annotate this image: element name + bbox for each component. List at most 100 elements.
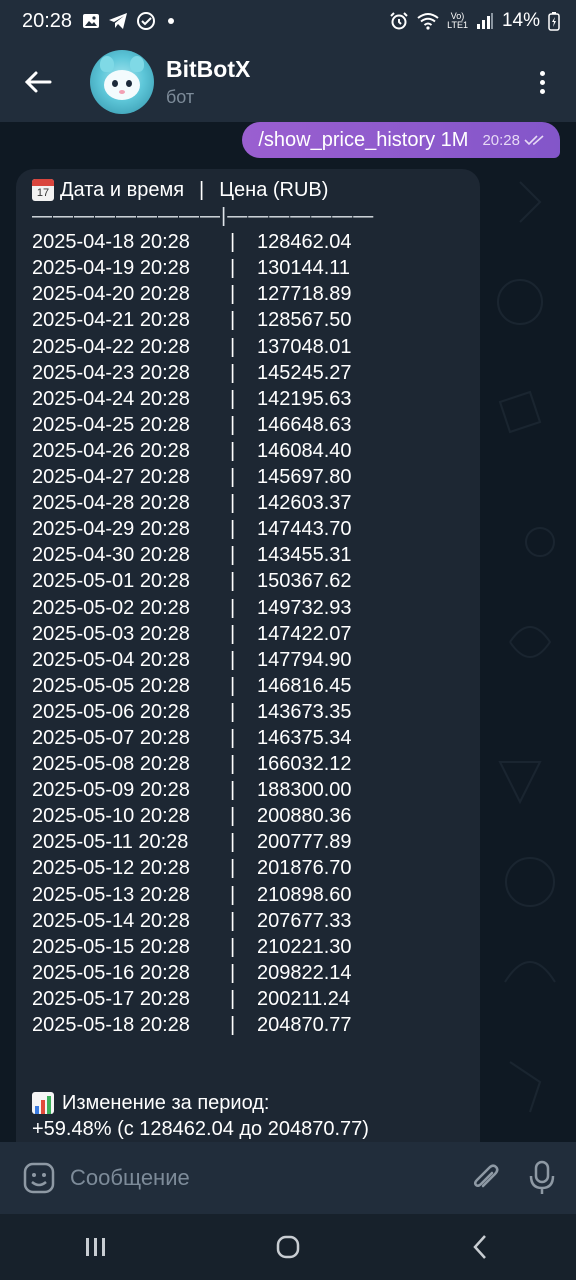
price-row: 2025-05-04 20:28 | 147794.90 [32, 647, 472, 673]
price-row: 2025-04-25 20:28 | 146648.63 [32, 412, 472, 438]
more-menu-button[interactable] [532, 62, 552, 102]
row-date: 2025-05-03 20:28 [32, 622, 190, 645]
row-date: 2025-05-18 20:28 [32, 1014, 190, 1036]
row-divider: | [230, 779, 236, 802]
check-circle-icon [137, 12, 156, 30]
header-date: Дата и время [60, 179, 185, 201]
row-divider: | [230, 518, 236, 541]
notification-icons [82, 11, 175, 31]
row-price: 149732.93 [257, 596, 352, 619]
row-date: 2025-04-18 20:28 [32, 231, 190, 254]
row-price: 127718.89 [257, 283, 352, 306]
row-divider: | [230, 987, 236, 1010]
price-row: 2025-04-20 20:28 | 127718.89 [32, 281, 472, 307]
volte-indicator: Vo) LTE1 [447, 12, 468, 30]
row-divider: | [230, 335, 236, 358]
row-date: 2025-05-13 20:28 [32, 883, 190, 906]
bot-avatar[interactable] [90, 50, 154, 114]
price-row: 2025-05-11 20:28 | 200777.89 [32, 829, 472, 855]
row-divider: | [230, 231, 236, 254]
price-row: 2025-05-12 20:28 | 201876.70 [32, 855, 472, 881]
row-price: 210898.60 [257, 883, 352, 906]
status-right: Vo) LTE1 14% [389, 10, 560, 32]
row-date: 2025-04-25 20:28 [32, 413, 190, 436]
price-row: 2025-05-16 20:28 | 209822.14 [32, 960, 472, 986]
row-divider: | [230, 935, 236, 958]
row-price: 200211.24 [257, 987, 351, 1010]
double-check-icon [524, 135, 544, 146]
incoming-message[interactable]: 17 Дата и время | Цена (RUB) —————————|—… [16, 169, 480, 1142]
chat-area[interactable]: /show_price_history 1M 20:28 17 Дата и в… [0, 122, 576, 1142]
chat-header: BitBotX бот [0, 42, 576, 122]
nav-back-button[interactable] [450, 1222, 510, 1272]
row-divider: | [230, 909, 236, 932]
row-divider: | [230, 257, 236, 280]
price-row: 2025-05-09 20:28 | 188300.00 [32, 777, 472, 803]
row-price: 188300.00 [257, 779, 352, 802]
emoji-icon [23, 1162, 55, 1194]
mic-icon[interactable] [528, 1160, 556, 1196]
price-row: 2025-04-27 20:28 | 145697.80 [32, 464, 472, 490]
outgoing-message-time: 20:28 [482, 131, 520, 149]
price-row: 2025-05-06 20:28 | 143673.35 [32, 699, 472, 725]
back-button[interactable] [18, 62, 58, 102]
outgoing-message[interactable]: /show_price_history 1M 20:28 [242, 122, 560, 158]
row-price: 210221.30 [257, 935, 352, 958]
chat-subtitle: бот [166, 87, 195, 107]
row-price: 146648.63 [257, 413, 352, 436]
row-price: 201876.70 [257, 857, 352, 880]
recent-apps-button[interactable] [66, 1222, 126, 1272]
row-date: 2025-04-26 20:28 [32, 439, 190, 462]
row-divider: | [230, 961, 236, 984]
price-row: 2025-04-19 20:28 | 130144.11 [32, 255, 472, 281]
row-divider: | [230, 1014, 236, 1036]
chat-title-group[interactable]: BitBotX бот [166, 56, 250, 108]
row-divider: | [230, 674, 236, 697]
row-date: 2025-04-19 20:28 [32, 257, 190, 280]
row-price: 147794.90 [257, 648, 352, 671]
row-price: 147443.70 [257, 518, 352, 541]
row-divider: | [230, 700, 236, 723]
row-price: 146375.34 [257, 726, 352, 749]
message-input-bar: Сообщение [0, 1142, 576, 1214]
price-rows: 2025-04-18 20:28 | 128462.04 2025-04-19 20:… [32, 229, 472, 1038]
row-price: 146816.45 [257, 674, 352, 697]
row-price: 200880.36 [257, 805, 352, 828]
row-divider: | [230, 544, 236, 567]
message-input[interactable]: Сообщение [70, 1165, 190, 1191]
back-arrow-icon [24, 71, 52, 93]
price-row: 2025-04-30 20:28 | 143455.31 [32, 542, 472, 568]
row-date: 2025-05-07 20:28 [32, 726, 190, 749]
row-price: 209822.14 [257, 961, 352, 984]
row-divider: | [230, 283, 236, 306]
price-row: 2025-04-18 20:28 | 128462.04 [32, 229, 472, 255]
more-vert-icon [539, 70, 545, 76]
row-date: 2025-05-12 20:28 [32, 857, 190, 880]
row-price: 147422.07 [257, 622, 352, 645]
price-row: 2025-05-03 20:28 | 147422.07 [32, 621, 472, 647]
attach-icon[interactable] [470, 1161, 500, 1195]
row-date: 2025-05-14 20:28 [32, 909, 190, 932]
price-row: 2025-05-01 20:28 | 150367.62 [32, 568, 472, 594]
row-divider: | [230, 883, 236, 906]
row-date: 2025-05-17 20:28 [32, 987, 190, 1010]
signal-icon [476, 13, 493, 29]
row-price: 142195.63 [257, 387, 352, 410]
price-row: 2025-05-13 20:28 | 210898.60 [32, 882, 472, 908]
outgoing-message-text: /show_price_history 1M [258, 128, 469, 151]
home-button[interactable] [258, 1222, 318, 1272]
row-date: 2025-04-21 20:28 [32, 309, 190, 332]
row-price: 143455.31 [257, 544, 352, 567]
row-date: 2025-05-11 20:28 [32, 831, 189, 854]
emoji-button[interactable] [22, 1161, 56, 1195]
price-row: 2025-04-29 20:28 | 147443.70 [32, 516, 472, 542]
row-date: 2025-04-22 20:28 [32, 335, 190, 358]
row-date: 2025-05-06 20:28 [32, 700, 190, 723]
row-divider: | [230, 439, 236, 462]
row-divider: | [230, 413, 236, 436]
outgoing-message-meta: 20:28 [482, 132, 546, 149]
price-row: 2025-05-15 20:28 | 210221.30 [32, 934, 472, 960]
row-date: 2025-05-01 20:28 [32, 570, 190, 593]
calendar-icon: 17 [32, 179, 54, 202]
row-divider: | [230, 596, 236, 619]
